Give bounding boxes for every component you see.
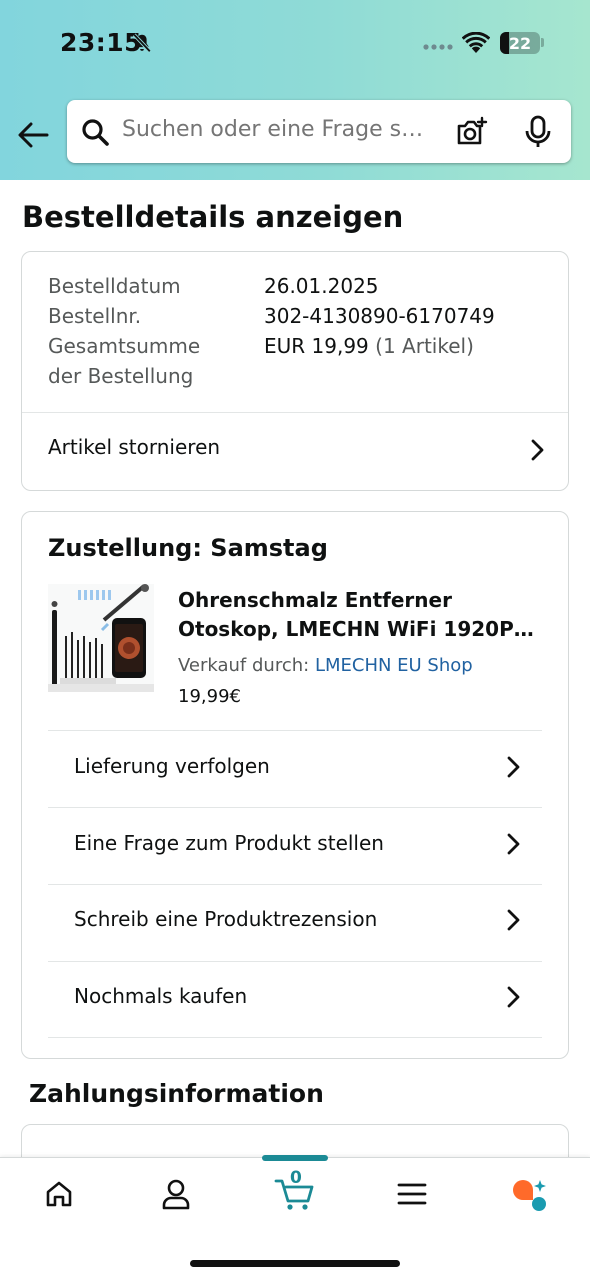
menu-icon <box>397 1183 427 1205</box>
order-total-amount: EUR 19,99 <box>264 334 369 358</box>
order-summary-card: Bestelldatum 26.01.2025 Bestellnr. 302-4… <box>21 251 569 491</box>
mic-icon[interactable] <box>523 115 553 149</box>
product-title[interactable]: Ohrenschmalz Entferner Otoskop, LMECHN W… <box>178 586 548 644</box>
order-total-value: EUR 19,99 (1 Artikel) <box>264 334 474 358</box>
home-icon <box>46 1181 72 1207</box>
order-total-label: Gesamtsumme <box>48 334 201 358</box>
wifi-icon <box>462 32 490 53</box>
rufus-icon <box>513 1180 546 1211</box>
action-label: Schreib eine Produktrezension <box>74 907 378 931</box>
back-button[interactable] <box>14 116 52 154</box>
seller-prefix: Verkauf durch: <box>178 655 310 676</box>
action-label: Lieferung verfolgen <box>74 754 270 778</box>
home-indicator <box>190 1260 400 1267</box>
seller-info: Verkauf durch: LMECHN EU Shop <box>178 655 473 676</box>
otoscope-product-graphic <box>48 584 154 692</box>
search-icon <box>82 119 109 146</box>
camera-icon[interactable] <box>455 116 489 148</box>
action-label: Eine Frage zum Produkt stellen <box>74 831 384 855</box>
divider <box>48 1037 542 1038</box>
tab-menu[interactable] <box>392 1174 432 1214</box>
account-icon <box>162 1179 190 1210</box>
search-input[interactable] <box>122 117 442 142</box>
battery-indicator: 22 <box>500 32 540 54</box>
bell-off-icon <box>132 33 152 53</box>
signal-dots-icon <box>423 44 453 50</box>
order-total-label-line2: der Bestellung <box>48 364 194 388</box>
page-title: Bestelldetails anzeigen <box>22 200 404 234</box>
order-total-items: (1 Artikel) <box>375 334 474 358</box>
battery-tip <box>541 38 544 47</box>
app-header: 23:15 22 <box>0 0 590 180</box>
tab-account[interactable] <box>156 1174 196 1214</box>
active-tab-indicator <box>262 1155 328 1161</box>
order-number-label: Bestellnr. <box>48 304 142 328</box>
product-image[interactable] <box>48 584 154 692</box>
chevron-right-icon <box>507 909 520 931</box>
action-track-delivery[interactable]: Lieferung verfolgen <box>48 731 542 807</box>
cancel-items-row[interactable]: Artikel stornieren <box>22 413 568 490</box>
product-price: 19,99€ <box>178 686 241 707</box>
action-buy-again[interactable]: Nochmals kaufen <box>48 962 542 1038</box>
order-date-value: 26.01.2025 <box>264 274 379 298</box>
action-label: Nochmals kaufen <box>74 984 248 1008</box>
cancel-items-label: Artikel stornieren <box>48 435 221 459</box>
cart-count-badge: 0 <box>290 1168 302 1188</box>
delivery-title: Zustellung: Samstag <box>48 534 328 562</box>
action-write-review[interactable]: Schreib eine Produktrezension <box>48 885 542 961</box>
chevron-right-icon <box>507 756 520 778</box>
back-arrow-icon <box>18 122 49 148</box>
action-ask-question[interactable]: Eine Frage zum Produkt stellen <box>48 808 542 884</box>
search-bar[interactable] <box>67 100 571 163</box>
chevron-right-icon <box>507 986 520 1008</box>
seller-link[interactable]: LMECHN EU Shop <box>315 655 473 676</box>
delivery-card: Zustellung: Samstag Ohrenschmalz Entfern… <box>21 511 569 1059</box>
tab-home[interactable] <box>39 1174 79 1214</box>
chevron-right-icon <box>507 833 520 855</box>
order-date-label: Bestelldatum <box>48 274 181 298</box>
tab-rufus[interactable] <box>509 1174 549 1214</box>
order-number-value: 302-4130890-6170749 <box>264 304 495 328</box>
chevron-right-icon <box>531 439 544 461</box>
payment-section-title: Zahlungsinformation <box>29 1079 324 1108</box>
status-time: 23:15 <box>60 28 143 57</box>
